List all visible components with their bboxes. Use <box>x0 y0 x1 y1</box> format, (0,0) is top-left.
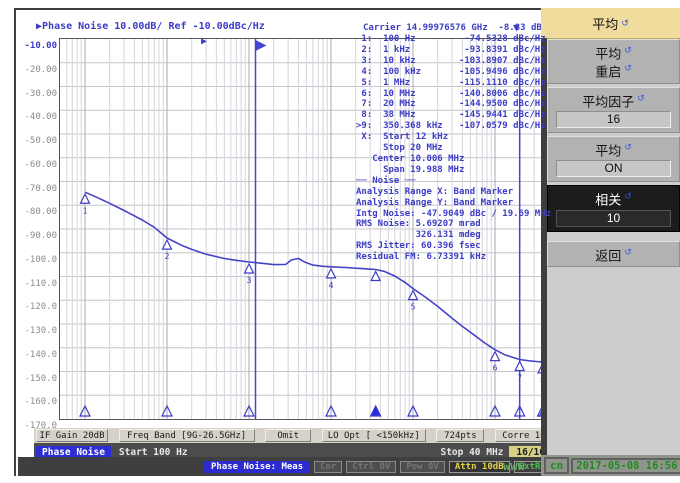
softkey-icon: ↺ <box>624 191 632 202</box>
y-tick-label: -10.00 <box>24 41 57 51</box>
phase-noise-plot[interactable]: 12345678 <box>59 38 555 420</box>
softkey-label: 返回 <box>595 247 622 263</box>
softkey-icon: ↺ <box>624 45 632 55</box>
toolbar-button-1[interactable]: Freq Band [9G-26.5GHz] <box>118 429 255 442</box>
y-tick-label: -50.00 <box>24 136 57 146</box>
svg-text:4: 4 <box>329 281 334 290</box>
watermark-cn: cn <box>544 457 570 474</box>
y-tick-label: -90.00 <box>24 231 57 241</box>
softkey-correlation[interactable]: 相关 ↺ 10 <box>547 185 680 232</box>
trace-scale-label: Phase Noise 10.00dB/ Ref -10.00dBc/Hz <box>42 21 265 32</box>
stop-frequency-label: Stop 40 MHz <box>440 446 504 458</box>
y-tick-label: -150.0 <box>24 373 57 384</box>
svg-text:7: 7 <box>517 374 522 383</box>
svg-text:3: 3 <box>247 276 252 285</box>
softkey-label: 重启 <box>595 64 622 80</box>
instrument-state-bar: Phase Noise: Meas Cor Ctrl 0V Pow 0V Attn … <box>18 457 557 476</box>
phase-noise-analyzer-screen: ▶Phase Noise 10.00dB/ Ref -10.00dBc/Hz C… <box>0 0 680 483</box>
y-axis: -10.00 -20.00 -30.00 -40.00 -50.00 -60.00 -70.… <box>18 40 57 431</box>
toolbar-button-4[interactable]: 724pts <box>436 429 485 442</box>
softkey-icon: ↺ <box>621 17 629 28</box>
softkey-icon: ↺ <box>624 246 632 257</box>
toolbar-button-3[interactable]: LO Opt [ <150kHz] <box>321 429 426 442</box>
softkey-average-restart[interactable]: 平均 ↺ 重启 ↺ <box>547 39 680 84</box>
y-tick-label: -30.00 <box>24 88 57 99</box>
y-tick-label: -40.00 <box>24 112 57 123</box>
inactive-state-badge: Cor <box>314 460 343 473</box>
softkey-label: 平均 <box>595 143 622 159</box>
setup-toolbar: IF Gain 20dB Freq Band [9G-26.5GHz] Omit LO… <box>34 428 555 443</box>
y-tick-label: -80.00 <box>24 207 57 218</box>
softkey-label: 相关 <box>595 192 622 208</box>
instrument-display: ▶Phase Noise 10.00dB/ Ref -10.00dBc/Hz C… <box>14 8 555 476</box>
datetime-row: cn 2017-05-08 16:56 <box>541 455 680 476</box>
y-tick-label: -20.00 <box>24 64 57 75</box>
y-tick-label: -100.0 <box>24 254 57 265</box>
y-tick-label: -130.0 <box>24 326 57 336</box>
y-tick-label: -140.0 <box>24 349 57 360</box>
attenuation-badge: Attn 10dB <box>448 460 510 473</box>
softkey-value: 10 <box>556 209 671 227</box>
softkey-average-factor[interactable]: 平均因子 ↺ 16 <box>547 86 680 133</box>
softkey-label: 平均 <box>595 46 622 62</box>
reference-flag-icon[interactable]: ▶ <box>201 37 207 47</box>
y-tick-label: -120.0 <box>24 302 57 313</box>
svg-text:2: 2 <box>165 252 170 261</box>
y-tick-label: -70.00 <box>24 183 57 194</box>
softkey-menu: 平均 ↺ 平均 ↺ 重启 ↺ 平均因子 ↺ 16 平均 ↺ ON 相关 ↺ 10 返回 ↺ <box>541 8 680 455</box>
softkey-icon: ↺ <box>624 141 632 152</box>
softkey-label: 平均因子 <box>582 93 635 109</box>
softkey-value: ON <box>556 160 671 178</box>
softkey-icon: ↺ <box>624 63 632 74</box>
softkey-menu-title: 平均 ↺ <box>541 8 680 39</box>
svg-text:6: 6 <box>493 364 498 373</box>
datetime-badge: 2017-05-08 16:56 <box>571 457 680 474</box>
y-tick-label: -110.0 <box>24 278 57 289</box>
start-frequency-label: Start 100 Hz <box>118 446 188 458</box>
y-tick-label: -60.00 <box>24 159 57 170</box>
softkey-return[interactable]: 返回 ↺ <box>547 240 680 267</box>
inactive-state-badge: Pow 0V <box>400 460 445 473</box>
trace-header: ▶Phase Noise 10.00dB/ Ref -10.00dBc/Hz <box>36 21 265 32</box>
measurement-state-badge[interactable]: Phase Noise: Meas <box>204 460 311 473</box>
toolbar-button-2[interactable]: Omit <box>265 429 312 442</box>
softkey-icon: ↺ <box>637 92 645 103</box>
svg-text:1: 1 <box>83 206 88 215</box>
toolbar-button-0[interactable]: IF Gain 20dB <box>36 429 108 442</box>
menu-title-label: 平均 <box>592 16 619 32</box>
y-tick-label: -160.0 <box>24 397 57 408</box>
softkey-average-onoff[interactable]: 平均 ↺ ON <box>547 135 680 183</box>
inactive-state-badge: Ctrl 0V <box>346 460 397 473</box>
softkey-value: 16 <box>556 110 671 128</box>
watermark-www: www <box>503 459 525 473</box>
band-stop-marker-icon[interactable]: ▼ <box>513 22 520 33</box>
svg-text:5: 5 <box>411 303 416 312</box>
